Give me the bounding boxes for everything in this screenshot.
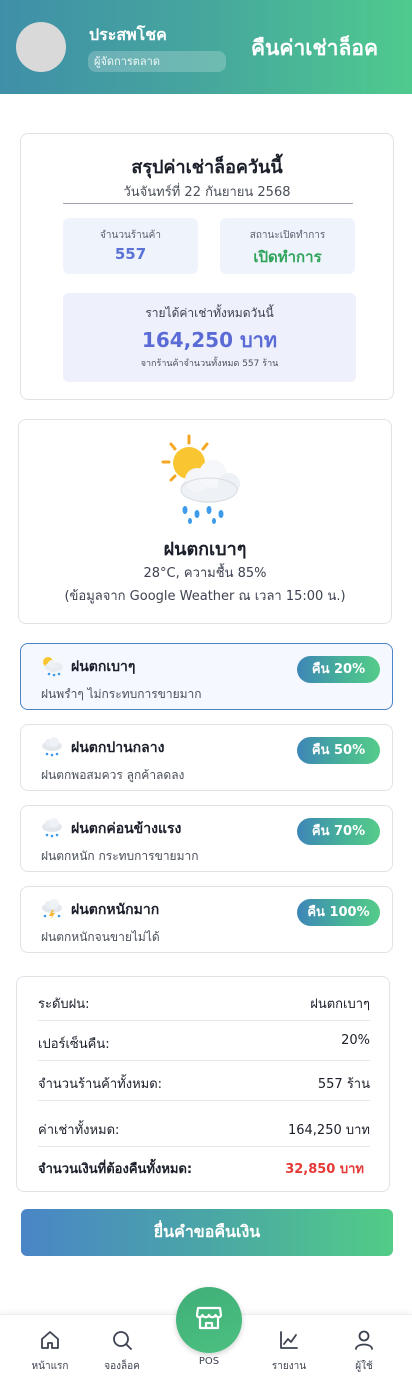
detail-label: เปอร์เซ็นคืน: bbox=[38, 1037, 110, 1052]
user-name: ประสพโชค bbox=[89, 25, 167, 44]
weather-title: ฝนตกเบาๆ bbox=[163, 539, 247, 560]
detail-row-shop-count: จำนวนร้านค้าทั้งหมด: 557 ร้าน bbox=[38, 1061, 370, 1101]
option-description: ฝนตกหนัก กระทบการขายมาก bbox=[41, 849, 199, 863]
app-header: ประสพโชค ผู้จัดการตลาด คืนค่าเช่าล็อค bbox=[0, 0, 412, 94]
weather-source: (ข้อมูลจาก Google Weather ณ เวลา 15:00 น… bbox=[64, 589, 346, 604]
shop-count-label: จำนวนร้านค้า bbox=[100, 230, 161, 241]
cloud-lightning-rain-icon bbox=[42, 899, 62, 920]
nav-label-pos: POS bbox=[198, 1356, 220, 1367]
rain-option-light[interactable]: ฝนตกเบาๆ ฝนพรำๆ ไม่กระทบการขายมาก คืน 20… bbox=[20, 643, 393, 710]
detail-label: ระดับฝน: bbox=[38, 997, 90, 1012]
summary-title: สรุปค่าเช่าล็อควันนี้ bbox=[131, 157, 283, 178]
chart-line-icon bbox=[280, 1331, 298, 1349]
option-title: ฝนตกปานกลาง bbox=[71, 740, 165, 756]
refund-total-value: 32,850 บาท bbox=[285, 1162, 364, 1177]
home-icon bbox=[41, 1331, 59, 1349]
cloud-rain-icon bbox=[42, 737, 62, 757]
income-box: รายได้ค่าเช่าทั้งหมดวันนี้ 164,250 บาท จ… bbox=[63, 293, 356, 382]
rain-option-moderate[interactable]: ฝนตกปานกลาง ฝนตกพอสมควร ลูกค้าลดลง คืน 5… bbox=[20, 724, 393, 791]
rain-option-heavy[interactable]: ฝนตกค่อนข้างแรง ฝนตกหนัก กระทบการขายมาก … bbox=[20, 805, 393, 872]
option-title: ฝนตกหนักมาก bbox=[71, 902, 160, 918]
sun-cloud-rain-icon bbox=[161, 434, 240, 524]
nav-item-home[interactable]: หน้าแรก bbox=[18, 1315, 82, 1385]
rain-option-very-heavy[interactable]: ฝนตกหนักมาก ฝนตกหนักจนขายไม่ได้ คืน 100% bbox=[20, 886, 393, 953]
detail-label: จำนวนร้านค้าทั้งหมด: bbox=[38, 1077, 163, 1092]
refund-badge: คืน 50% bbox=[297, 737, 380, 764]
nav-item-reports[interactable]: รายงาน bbox=[257, 1315, 321, 1385]
option-title: ฝนตกค่อนข้างแรง bbox=[71, 821, 182, 837]
refund-badge: คืน 70% bbox=[297, 818, 380, 845]
rent-summary-card: สรุปค่าเช่าล็อควันนี้ วันจันทร์ที่ 22 กั… bbox=[20, 133, 394, 400]
detail-row-total-rent: ค่าเช่าทั้งหมด: 164,250 บาท bbox=[38, 1107, 370, 1147]
cloud-rain-icon bbox=[42, 818, 62, 838]
pos-button[interactable] bbox=[176, 1287, 242, 1353]
search-icon bbox=[113, 1331, 132, 1350]
detail-row-refund-percent: เปอร์เซ็นคืน: 20% bbox=[38, 1021, 370, 1061]
user-icon bbox=[355, 1330, 373, 1350]
open-status-value: เปิดทำการ bbox=[253, 248, 322, 266]
income-note: จากร้านค้าจำนวนทั้งหมด 557 ร้าน bbox=[140, 359, 279, 369]
shop-count-box: จำนวนร้านค้า 557 bbox=[63, 218, 198, 274]
income-value: 164,250 บาท bbox=[141, 328, 278, 352]
income-label: รายได้ค่าเช่าทั้งหมดวันนี้ bbox=[145, 306, 274, 320]
detail-row-rain-level: ระดับฝน: ฝนตกเบาๆ bbox=[38, 981, 370, 1021]
refund-details-card: ระดับฝน: ฝนตกเบาๆ เปอร์เซ็นคืน: 20% จำนว… bbox=[16, 976, 390, 1192]
avatar[interactable] bbox=[16, 22, 66, 72]
page-title: คืนค่าเช่าล็อค bbox=[251, 36, 378, 60]
nav-label: รายงาน bbox=[271, 1361, 307, 1372]
detail-label: จำนวนเงินที่ต้องคืนทั้งหมด: bbox=[38, 1162, 193, 1177]
nav-label: หน้าแรก bbox=[31, 1361, 69, 1372]
user-role-badge: ผู้จัดการตลาด bbox=[88, 51, 226, 72]
detail-value: 164,250 บาท bbox=[287, 1123, 370, 1138]
nav-item-user[interactable]: ผู้ใช้ bbox=[332, 1315, 396, 1385]
detail-row-refund-total: จำนวนเงินที่ต้องคืนทั้งหมด: 32,850 บาท bbox=[38, 1146, 370, 1186]
option-description: ฝนตกพอสมควร ลูกค้าลดลง bbox=[41, 768, 185, 782]
detail-label: ค่าเช่าทั้งหมด: bbox=[38, 1123, 120, 1138]
nav-label: ผู้ใช้ bbox=[355, 1361, 373, 1372]
detail-value: 20% bbox=[341, 1033, 370, 1048]
storefront-icon bbox=[195, 1306, 223, 1330]
weather-card: ฝนตกเบาๆ 28°C, ความชื้น 85% (ข้อมูลจาก G… bbox=[18, 419, 392, 624]
option-description: ฝนตกหนักจนขายไม่ได้ bbox=[41, 930, 160, 944]
detail-value: ฝนตกเบาๆ bbox=[310, 997, 370, 1012]
nav-label: จองล็อค bbox=[104, 1361, 140, 1372]
open-status-box: สถานะเปิดทำการ เปิดทำการ bbox=[220, 218, 355, 274]
shop-count-value: 557 bbox=[114, 245, 147, 263]
option-title: ฝนตกเบาๆ bbox=[71, 659, 136, 675]
nav-item-booking[interactable]: จองล็อค bbox=[90, 1315, 154, 1385]
submit-refund-button[interactable]: ยื่นคำขอคืนเงิน bbox=[21, 1209, 393, 1256]
summary-date: วันจันทร์ที่ 22 กันยายน 2568 bbox=[123, 185, 291, 200]
sun-behind-rain-cloud-icon bbox=[43, 657, 63, 677]
refund-badge: คืน 20% bbox=[297, 656, 380, 683]
divider bbox=[63, 203, 353, 204]
option-description: ฝนพรำๆ ไม่กระทบการขายมาก bbox=[41, 687, 202, 701]
weather-detail: 28°C, ความชื้น 85% bbox=[143, 566, 267, 581]
open-status-label: สถานะเปิดทำการ bbox=[249, 230, 326, 241]
refund-badge: คืน 100% bbox=[297, 899, 380, 926]
detail-value: 557 ร้าน bbox=[317, 1077, 370, 1092]
